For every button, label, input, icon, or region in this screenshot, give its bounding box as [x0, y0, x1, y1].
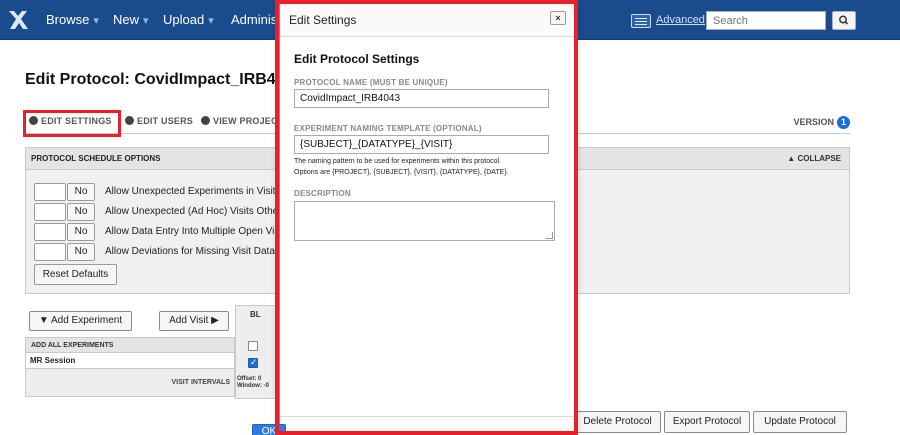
export-protocol-button[interactable]: Export Protocol [664, 411, 750, 433]
dialog-title: Edit Settings [289, 13, 357, 27]
close-icon[interactable]: × [550, 11, 566, 25]
xnat-logo-icon[interactable] [6, 8, 30, 32]
nav-upload[interactable]: Upload ▾ [163, 12, 214, 27]
dialog-section-title: Edit Protocol Settings [294, 52, 420, 66]
nav-new[interactable]: New ▾ [113, 12, 149, 27]
nav-new-label: New [113, 12, 140, 27]
toggle-no[interactable]: No [67, 183, 95, 201]
toggle-no[interactable]: No [67, 203, 95, 221]
visit-column-header: BL [250, 310, 261, 319]
advanced-search-icon[interactable] [631, 14, 651, 28]
toggle-yes[interactable] [34, 183, 66, 201]
eye-icon [201, 116, 210, 125]
advanced-search-link[interactable]: Advanced [656, 14, 705, 26]
search-input[interactable] [706, 11, 826, 30]
option-label: Allow Unexpected (Ad Hoc) Visits Other [105, 206, 282, 217]
mr-session-checkbox[interactable] [248, 357, 258, 368]
naming-template-help: The naming pattern to be used for experi… [294, 156, 556, 178]
user-icon [125, 116, 134, 125]
protocol-name-input[interactable] [294, 89, 549, 108]
search-button[interactable] [832, 11, 856, 30]
chevron-down-icon: ▾ [143, 15, 149, 27]
resize-handle-icon[interactable] [546, 232, 553, 239]
tab-view-project-label: VIEW PROJECT [213, 116, 284, 126]
toggle-no[interactable]: No [67, 243, 95, 261]
toggle-no[interactable]: No [67, 223, 95, 241]
tab-edit-users[interactable]: EDIT USERS [125, 116, 193, 126]
nav-browse[interactable]: Browse ▾ [46, 12, 99, 27]
protocol-name-label: PROTOCOL NAME (MUST BE UNIQUE) [294, 78, 448, 87]
reset-defaults-button[interactable]: Reset Defaults [34, 264, 117, 285]
version-badge: 1 [837, 116, 850, 129]
description-label: DESCRIPTION [294, 189, 351, 198]
naming-template-input[interactable] [294, 135, 549, 154]
visit-intervals-row: VISIT INTERVALS [25, 369, 235, 397]
naming-template-label: EXPERIMENT NAMING TEMPLATE (OPTIONAL) [294, 124, 482, 133]
collapse-label: COLLAPSE [797, 154, 841, 163]
add-visit-button[interactable]: Add Visit ▶ [159, 311, 229, 331]
schedule-panel-title: PROTOCOL SCHEDULE OPTIONS [31, 154, 161, 163]
toggle-yes[interactable] [34, 243, 66, 261]
option-label: Allow Deviations for Missing Visit Data [105, 246, 275, 257]
add-all-experiments-row: ADD ALL EXPERIMENTS [25, 337, 235, 353]
edit-settings-dialog: Edit Settings × Edit Protocol Settings P… [279, 2, 575, 435]
nav-browse-label: Browse [46, 12, 90, 27]
add-experiment-button[interactable]: ▼ Add Experiment [29, 311, 132, 331]
nav-upload-label: Upload [163, 12, 205, 27]
update-protocol-button[interactable]: Update Protocol [753, 411, 847, 433]
nav-administer-label: Administ [231, 12, 281, 27]
experiment-name: MR Session [30, 356, 76, 365]
nav-administer[interactable]: Administ [231, 12, 281, 27]
version-label: VERSION [793, 117, 834, 127]
chevron-down-icon: ▾ [93, 15, 99, 27]
add-all-checkbox[interactable] [248, 341, 258, 351]
tab-view-project[interactable]: VIEW PROJECT [201, 116, 283, 126]
toggle-yes[interactable] [34, 203, 66, 221]
add-all-experiments-label: ADD ALL EXPERIMENTS [31, 342, 114, 349]
option-label: Allow Data Entry Into Multiple Open Vis [105, 226, 280, 237]
dialog-footer [280, 416, 574, 435]
search-icon [839, 15, 849, 25]
edit-settings-highlight [23, 110, 121, 137]
chevron-down-icon: ▾ [208, 15, 214, 27]
toggle-yes[interactable] [34, 223, 66, 241]
visit-column-bl: BL Offset: 0 Window: -0 [235, 305, 277, 399]
dialog-header: Edit Settings × [280, 3, 574, 37]
page-title: Edit Protocol: CovidImpact_IRB4043 [25, 71, 303, 88]
help-text-line: Options are {PROJECT}, {SUBJECT}, {VISIT… [294, 169, 509, 176]
visit-interval-values: Offset: 0 Window: -0 [237, 376, 269, 390]
visit-intervals-label: VISIT INTERVALS [171, 379, 230, 386]
description-textarea[interactable] [294, 201, 555, 241]
delete-protocol-button[interactable]: Delete Protocol [574, 411, 661, 433]
experiment-table: ADD ALL EXPERIMENTS MR Session VISIT INT… [25, 337, 235, 399]
offset-value: Offset: 0 [237, 376, 262, 382]
help-text-line: The naming pattern to be used for experi… [294, 158, 501, 165]
option-label: Allow Unexpected Experiments in Visits [105, 186, 281, 197]
collapse-toggle[interactable]: ▲ COLLAPSE [787, 154, 841, 163]
table-row: MR Session [25, 353, 235, 369]
tab-edit-users-label: EDIT USERS [137, 116, 194, 126]
window-value: Window: -0 [237, 383, 269, 389]
version-indicator: VERSION 1 [793, 116, 850, 129]
ok-button[interactable]: OK [252, 424, 286, 435]
